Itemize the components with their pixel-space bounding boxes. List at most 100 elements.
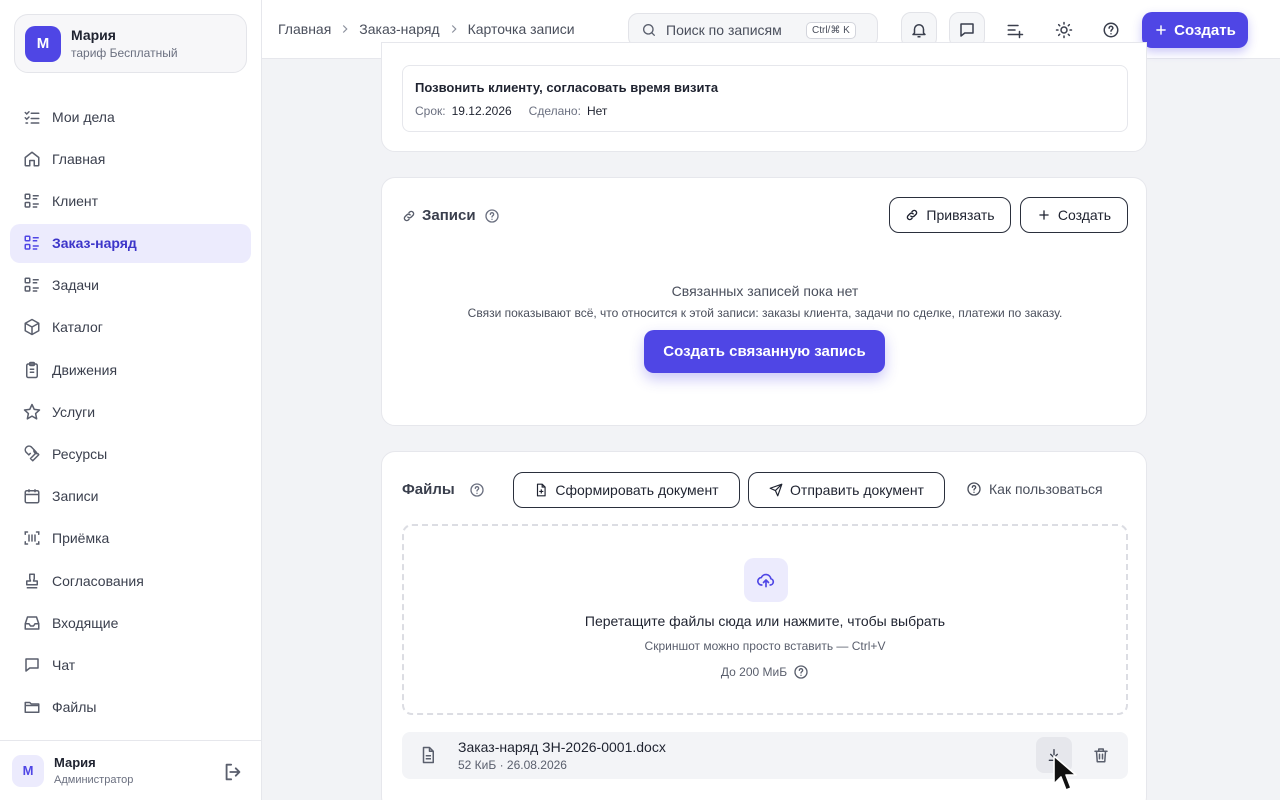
sidebar-item-appointments[interactable]: Записи	[10, 477, 251, 516]
clipboard-icon	[23, 361, 41, 379]
calendar-icon	[23, 487, 41, 505]
dropzone-hint: Скриншот можно просто вставить — Ctrl+V	[644, 639, 886, 653]
sidebar-item-label: Записи	[52, 488, 99, 505]
stamp-icon	[23, 572, 41, 590]
list-icon	[23, 234, 41, 252]
file-item[interactable]: Заказ-наряд ЗН-2026-0001.docx 52 КиБ · 2…	[402, 732, 1128, 779]
upload-cloud-icon	[744, 558, 788, 602]
sidebar-item-movements[interactable]: Движения	[10, 350, 251, 389]
trash-icon[interactable]	[1092, 746, 1110, 764]
task-due-value: 19.12.2026	[451, 104, 512, 118]
list-add-icon	[1006, 21, 1024, 39]
folder-icon	[23, 698, 41, 716]
file-name: Заказ-наряд ЗН-2026-0001.docx	[458, 739, 666, 755]
inbox-icon	[23, 614, 41, 632]
sidebar-item-label: Согласования	[52, 572, 144, 589]
file-meta: 52 КиБ · 26.08.2026	[458, 758, 567, 772]
sun-icon	[1055, 21, 1073, 39]
files-section-title: Файлы	[402, 481, 485, 498]
sidebar-nav: Мои дела Главная Клиент Заказ-наряд Зада…	[10, 97, 251, 730]
list-icon	[23, 276, 41, 294]
sidebar-item-label: Услуги	[52, 403, 96, 420]
task-due-label: Срок:	[415, 104, 446, 118]
sidebar-item-label: Задачи	[52, 277, 100, 294]
link-icon	[905, 208, 926, 222]
sidebar-item-approvals[interactable]: Согласования	[10, 561, 251, 600]
bell-icon	[910, 21, 928, 39]
generate-document-button[interactable]: Сформировать документ	[513, 472, 740, 508]
send-icon	[769, 483, 790, 497]
empty-state-title: Связанных записей пока нет	[671, 283, 859, 299]
sidebar-item-catalog[interactable]: Каталог	[10, 308, 251, 347]
create-record-button[interactable]: Создать	[1020, 197, 1128, 233]
sidebar-item-label: Файлы	[52, 699, 97, 716]
list-icon	[23, 192, 41, 210]
mouse-cursor-icon	[1053, 755, 1077, 791]
search-icon	[641, 22, 657, 38]
task-done-label: Сделано:	[528, 104, 581, 118]
chevron-right-icon	[338, 22, 352, 36]
sidebar-item-label: Заказ-наряд	[52, 235, 137, 252]
workspace-profile-card[interactable]: М Мария тариф Бесплатный	[14, 14, 247, 73]
breadcrumb-link[interactable]: Заказ-наряд	[359, 21, 439, 37]
sidebar-item-resources[interactable]: Ресурсы	[10, 435, 251, 474]
plus-icon	[1037, 208, 1058, 222]
sidebar-item-inbox[interactable]: Входящие	[10, 603, 251, 642]
sidebar-item-home[interactable]: Главная	[10, 139, 251, 178]
file-plus-icon	[534, 483, 555, 497]
sidebar-item-tasks[interactable]: Задачи	[10, 266, 251, 305]
link-record-button[interactable]: Привязать	[889, 197, 1011, 233]
sidebar-item-services[interactable]: Услуги	[10, 392, 251, 431]
sidebar-item-my-tasks[interactable]: Мои дела	[10, 97, 251, 136]
create-button-label: Создать	[1174, 21, 1236, 39]
link-icon	[402, 209, 416, 223]
chat-icon	[958, 21, 976, 39]
profile-plan: тариф Бесплатный	[71, 46, 178, 60]
logout-icon[interactable]	[222, 761, 244, 783]
sidebar-item-chat[interactable]: Чат	[10, 645, 251, 684]
link-record-label: Привязать	[926, 207, 995, 223]
user-name: Мария	[54, 755, 96, 770]
avatar: М	[12, 754, 44, 787]
create-related-record-button[interactable]: Создать связанную запись	[644, 330, 885, 373]
task-card: Позвонить клиенту, согласовать время виз…	[381, 42, 1147, 152]
dropzone-limit: До 200 МиБ	[404, 664, 1126, 680]
sidebar-item-label: Ресурсы	[52, 446, 108, 462]
wrench-icon	[23, 445, 41, 463]
search-placeholder: Поиск по записям	[666, 22, 782, 38]
file-dropzone[interactable]: Перетащите файлы сюда или нажмите, чтобы…	[402, 524, 1128, 715]
sidebar-item-work-order[interactable]: Заказ-наряд	[10, 223, 251, 263]
how-to-use-link[interactable]: Как пользоваться	[966, 481, 1103, 497]
star-icon	[23, 403, 41, 421]
help-icon[interactable]	[787, 664, 809, 680]
sidebar-item-acceptance[interactable]: Приёмка	[10, 519, 251, 558]
breadcrumb: Главная Заказ-наряд Карточка записи	[278, 21, 575, 37]
list-check-icon	[23, 108, 41, 126]
search-shortcut: Ctrl/⌘ K	[806, 21, 856, 39]
send-document-button[interactable]: Отправить документ	[748, 472, 945, 508]
task-done-value: Нет	[586, 104, 608, 118]
breadcrumb-current: Карточка записи	[467, 21, 575, 37]
send-document-label: Отправить документ	[790, 482, 924, 498]
help-icon[interactable]	[484, 208, 500, 224]
files-title: Файлы	[402, 481, 455, 498]
sidebar-item-files[interactable]: Файлы	[10, 688, 251, 727]
breadcrumb-link[interactable]: Главная	[278, 21, 331, 37]
how-to-use-label: Как пользоваться	[989, 481, 1103, 497]
sidebar-item-label: Движения	[52, 361, 118, 378]
help-icon[interactable]	[469, 482, 485, 498]
records-title: Записи	[422, 207, 476, 224]
chevron-right-icon	[447, 22, 461, 36]
create-button[interactable]: Создать	[1142, 12, 1248, 48]
task-title: Позвонить клиенту, согласовать время виз…	[415, 80, 719, 95]
sidebar-item-label: Клиент	[52, 192, 99, 209]
barcode-icon	[23, 529, 41, 547]
task-item[interactable]: Позвонить клиенту, согласовать время виз…	[402, 65, 1128, 132]
avatar: М	[25, 25, 61, 62]
generate-document-label: Сформировать документ	[555, 482, 719, 498]
document-icon	[419, 746, 437, 764]
sidebar-item-client[interactable]: Клиент	[10, 181, 251, 220]
current-user: М Мария Администратор	[0, 740, 262, 800]
sidebar: М Мария тариф Бесплатный Мои дела Главна…	[0, 0, 262, 800]
help-icon	[966, 481, 989, 497]
